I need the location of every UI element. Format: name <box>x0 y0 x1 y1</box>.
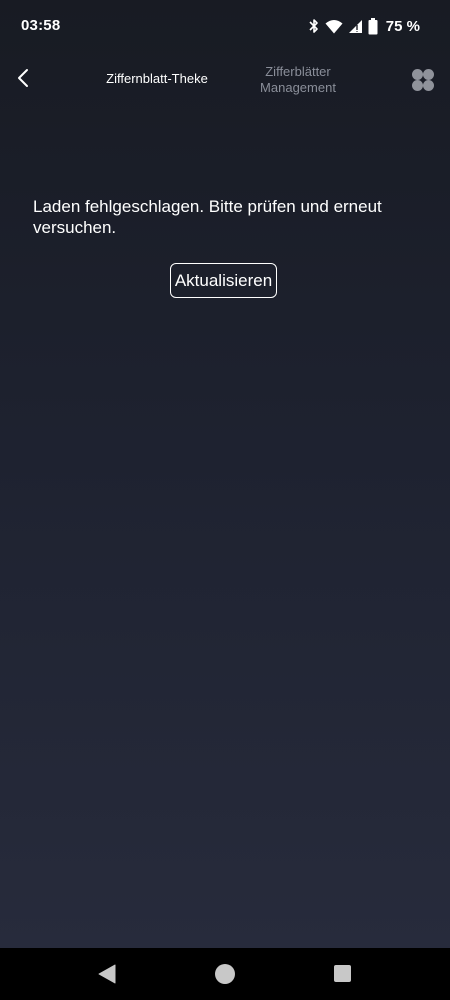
tab-dial-management-line2: Management <box>260 80 336 95</box>
battery-icon <box>368 17 378 35</box>
tab-dial-store[interactable]: Ziffernblatt-Theke <box>96 71 218 86</box>
bluetooth-icon <box>308 18 320 34</box>
menu-grid-button[interactable] <box>410 67 436 93</box>
wifi-icon <box>325 19 343 34</box>
four-dots-grid-icon <box>410 69 436 97</box>
chevron-left-icon <box>16 68 30 93</box>
refresh-button[interactable]: Aktualisieren <box>170 263 277 298</box>
system-navigation-bar <box>0 948 450 1000</box>
load-error-message: Laden fehlgeschlagen. Bitte prüfen und e… <box>33 197 382 237</box>
app-header: Ziffernblatt-Theke Zifferblätter Managem… <box>0 55 450 107</box>
nav-back-triangle-icon[interactable] <box>98 964 116 989</box>
nav-home-circle-icon[interactable] <box>215 964 235 984</box>
status-time: 03:58 <box>21 17 61 34</box>
status-icons: 75 % <box>308 16 420 36</box>
back-button[interactable] <box>8 63 38 97</box>
cellular-signal-icon <box>348 19 363 34</box>
nav-recents-square-icon[interactable] <box>334 965 351 982</box>
status-bar: 03:58 75 % <box>0 0 450 52</box>
tab-dial-management[interactable]: Zifferblätter Management <box>243 64 353 96</box>
battery-percentage: 75 % <box>385 17 420 35</box>
tab-dial-management-line1: Zifferblätter <box>265 64 331 79</box>
